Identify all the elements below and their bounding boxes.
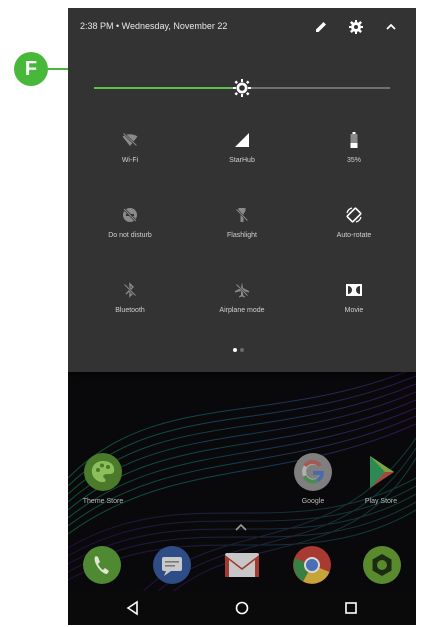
chrome-icon[interactable] — [292, 545, 332, 585]
tile-label: Auto-rotate — [336, 232, 372, 239]
tile-label: Movie — [344, 307, 364, 314]
tile-airplane-mode[interactable]: Airplane mode — [192, 281, 292, 331]
cellular-signal-icon — [235, 133, 249, 147]
tile-bluetooth[interactable]: Bluetooth — [80, 281, 180, 331]
bluetooth-off-icon — [123, 282, 137, 298]
messages-icon[interactable] — [152, 545, 192, 585]
recents-icon[interactable] — [343, 600, 359, 616]
brightness-slider-thumb[interactable] — [232, 78, 252, 98]
camera-icon[interactable] — [362, 545, 402, 585]
play-store-icon — [370, 456, 394, 488]
tile-label: Wi-Fi — [121, 157, 139, 164]
phone-icon[interactable] — [82, 545, 122, 585]
tile-flashlight[interactable]: Flashlight — [192, 206, 292, 256]
tile-label: Flashlight — [227, 232, 257, 239]
gear-icon[interactable] — [347, 18, 365, 36]
app-label: Play Store — [364, 498, 398, 505]
app-label: Theme Store — [82, 498, 124, 505]
tile-auto-rotate[interactable]: Auto-rotate — [304, 206, 404, 256]
brightness-slider-track[interactable] — [242, 87, 390, 89]
tile-mobile-data[interactable]: StarHub — [192, 131, 292, 181]
tile-label: Airplane mode — [219, 307, 265, 314]
tile-dolby-movie[interactable]: Movie — [304, 281, 404, 331]
app-theme-store[interactable]: Theme Store — [68, 452, 138, 505]
auto-rotate-icon — [346, 207, 362, 223]
tile-label: Do not disturb — [108, 232, 152, 239]
app-google[interactable]: Google — [278, 452, 348, 505]
tile-battery[interactable]: 35% — [304, 131, 404, 181]
app-play-store[interactable]: Play Store — [346, 452, 416, 505]
dolby-icon — [346, 284, 362, 296]
gmail-icon[interactable] — [222, 545, 262, 585]
back-icon[interactable] — [125, 600, 141, 616]
flashlight-off-icon — [235, 208, 249, 222]
palette-icon — [84, 453, 122, 491]
tile-do-not-disturb[interactable]: Do not disturb — [80, 206, 180, 256]
brightness-slider-fill — [94, 87, 242, 89]
wifi-off-icon — [122, 132, 138, 147]
airplane-off-icon — [235, 282, 249, 298]
tile-label: Bluetooth — [115, 307, 145, 314]
home-icon[interactable] — [234, 600, 250, 616]
edit-icon[interactable] — [312, 18, 330, 36]
do-not-disturb-off-icon — [122, 207, 138, 223]
status-date-time: 2:38 PM • Wednesday, November 22 — [80, 21, 228, 31]
page-dot — [240, 348, 244, 352]
tile-wifi[interactable]: Wi-Fi — [80, 131, 180, 181]
annotation-marker: F — [14, 52, 48, 86]
tile-label: StarHub — [229, 157, 255, 164]
app-label: Google — [301, 498, 325, 505]
quick-settings-page-indicator — [231, 348, 251, 354]
chevron-up-icon[interactable] — [382, 18, 400, 36]
phone-screen: 2:38 PM • Wednesday, November 22 Wi-Fi S… — [68, 8, 416, 625]
screenshot-page: F 2:38 PM • Wednesday, November 22 Wi-Fi… — [0, 0, 422, 627]
quick-settings-panel: 2:38 PM • Wednesday, November 22 Wi-Fi S… — [68, 8, 416, 372]
tile-label: 35% — [346, 157, 361, 164]
battery-icon — [350, 132, 358, 148]
app-drawer-chevron-icon[interactable] — [234, 522, 248, 532]
navigation-bar — [68, 591, 416, 625]
google-icon — [294, 453, 332, 491]
page-dot-active — [233, 348, 237, 352]
